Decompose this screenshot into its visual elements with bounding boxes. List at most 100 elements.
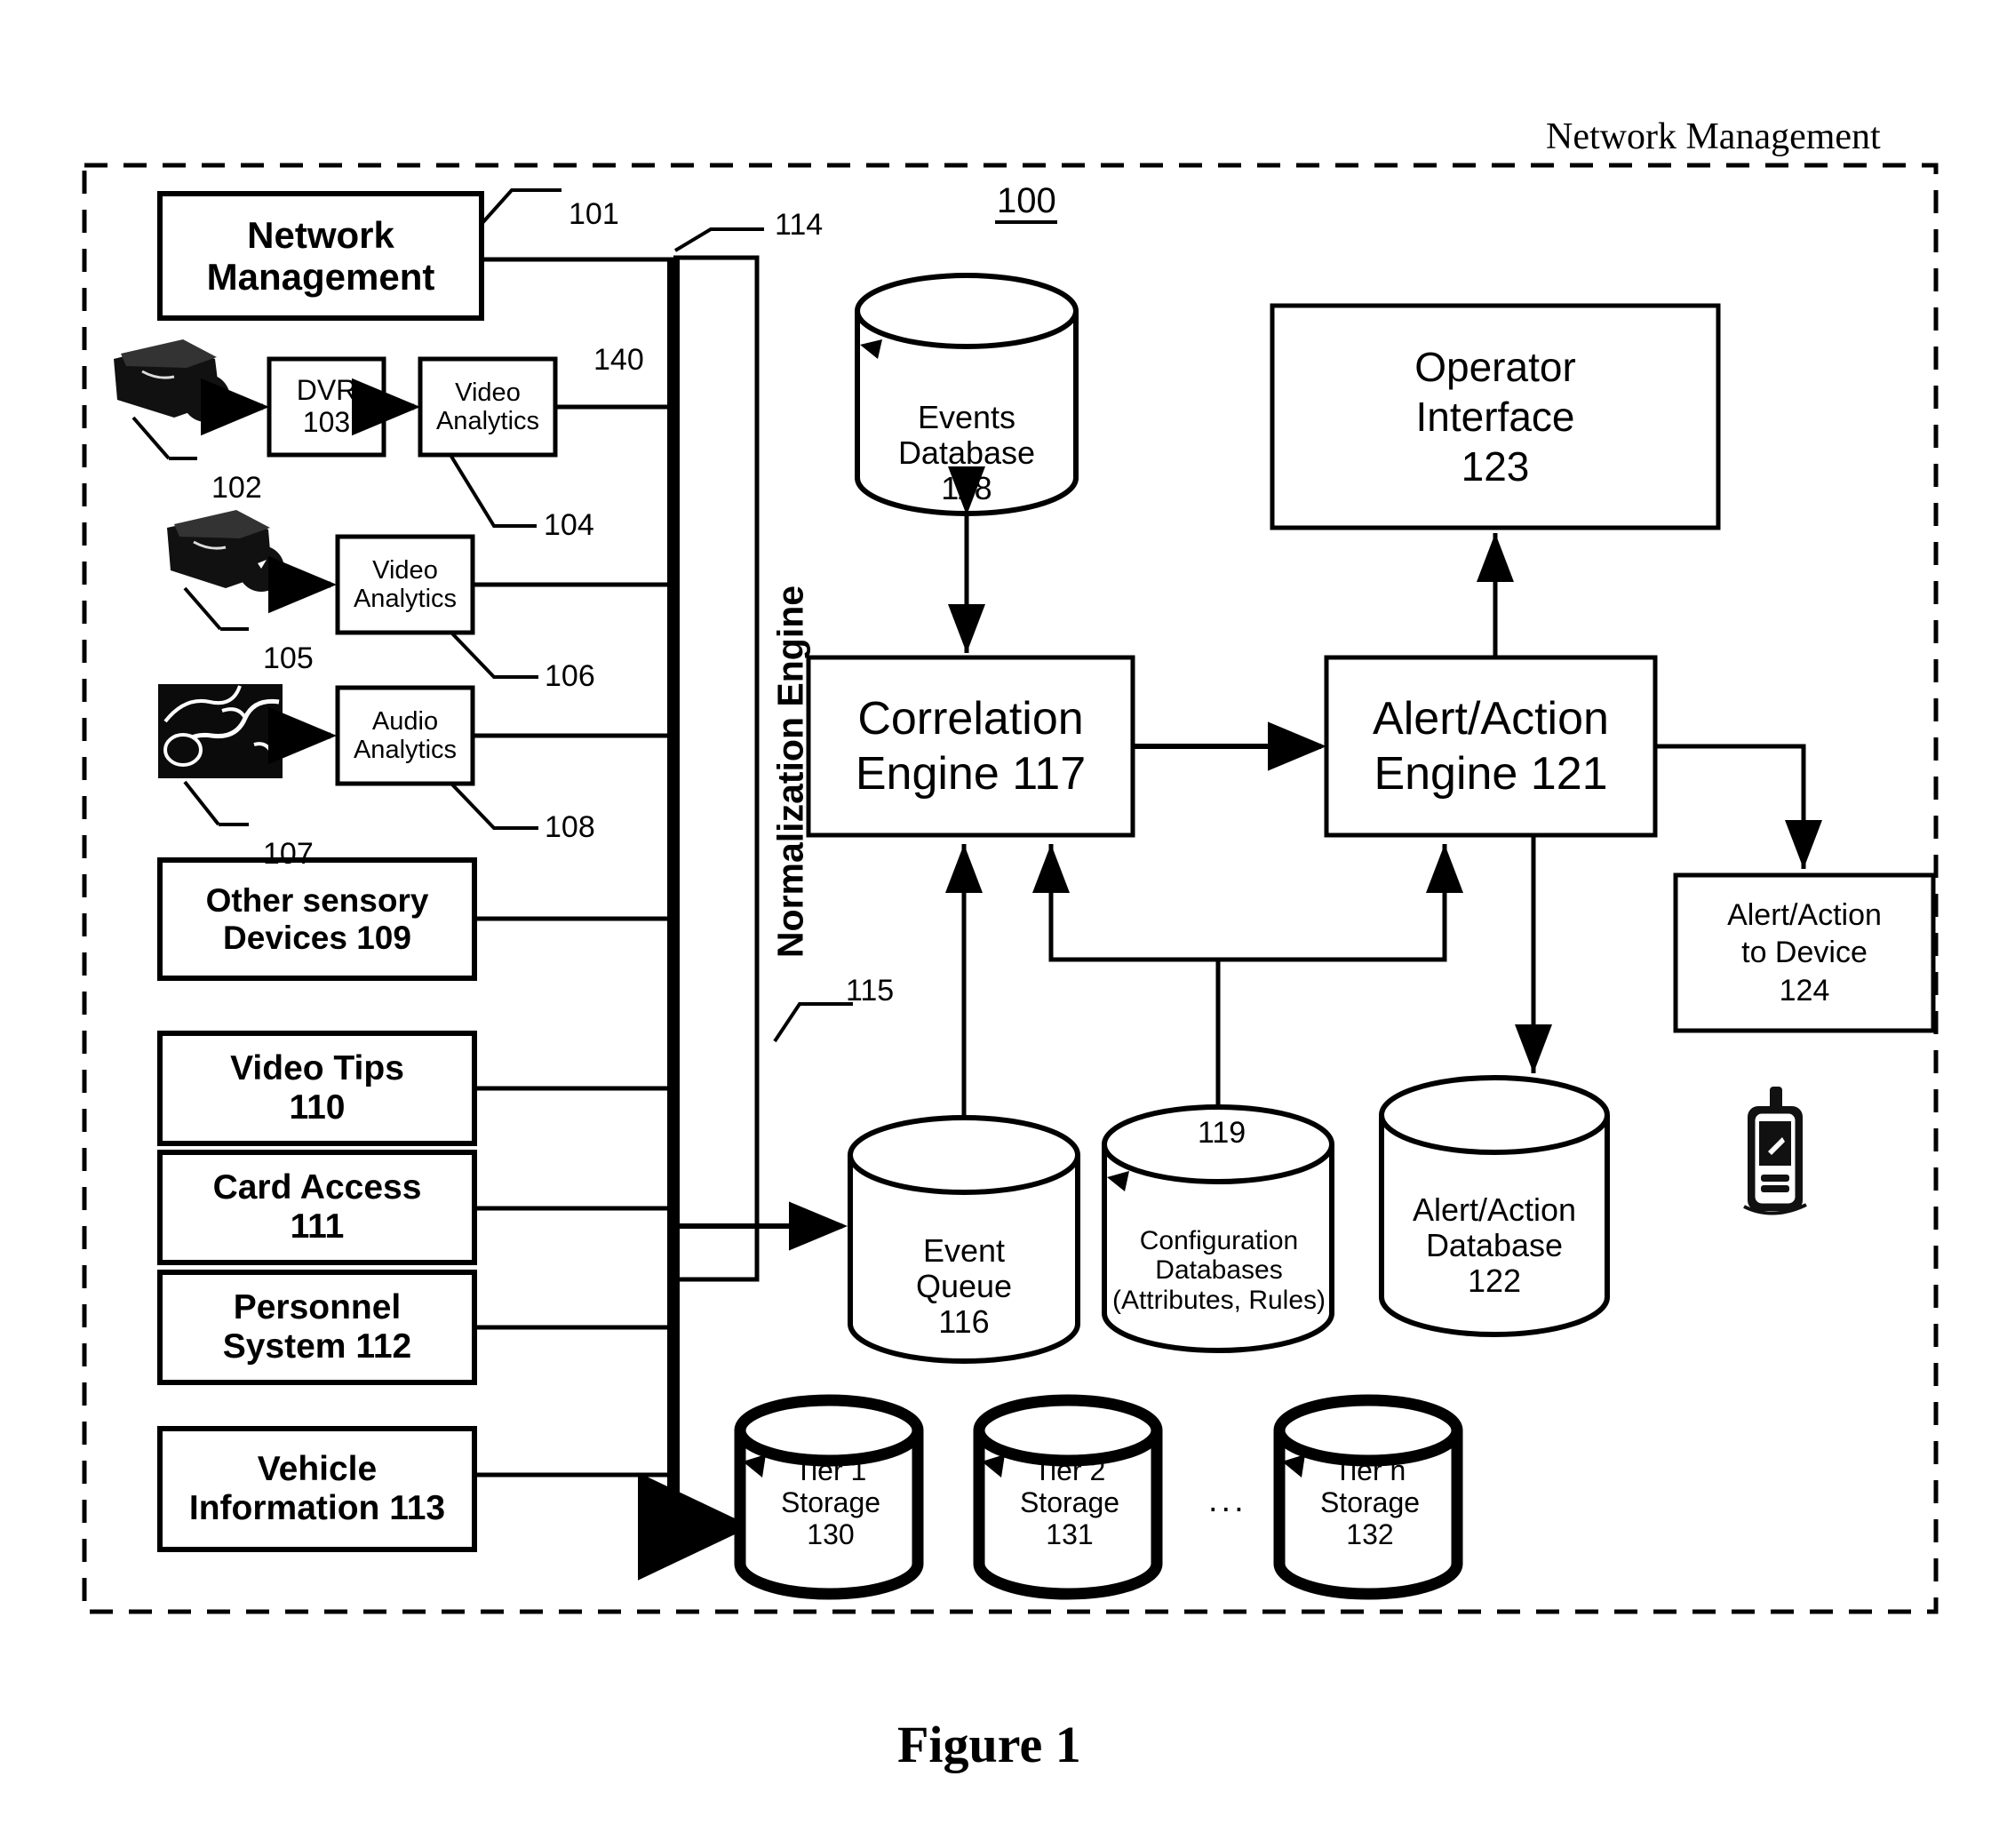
figure-page: Network Management 100 Network Managemen… (0, 0, 2015, 1848)
eq-line1: Event (922, 1231, 1006, 1269)
va1-line2: Analytics (435, 407, 540, 435)
figure-caption: Figure 1 (897, 1716, 1081, 1773)
edb-line3: 118 (941, 470, 992, 507)
aae-line1: Alert/Action (1373, 692, 1609, 745)
ref-119: 119 (1198, 1116, 1246, 1150)
oi-line1: Operator (1414, 343, 1576, 390)
system-reference-100: 100 (997, 181, 1056, 220)
t1-line3: 130 (807, 1517, 855, 1550)
block-label-vehicle-information: Vehicle Information 113 (160, 1429, 474, 1549)
oi-line3: 123 (1461, 443, 1530, 490)
cdb-line2: Databases (1155, 1255, 1283, 1286)
cylinder-label-alert-action-database: Alert/Action Database 122 (1386, 1175, 1603, 1317)
microphone-icon-107 (158, 684, 283, 826)
cylinder-label-tiern-storage: Tier n Storage 132 (1290, 1438, 1450, 1569)
block-label-video-analytics-1: Video Analytics (420, 359, 555, 455)
cylinder-label-configuration-databases: Configuration Databases (Attributes, Rul… (1109, 1204, 1329, 1337)
leader-104 (449, 453, 537, 528)
cylinder-label-tier2-storage: Tier 2 Storage 131 (990, 1438, 1150, 1569)
block-label-video-analytics-2: Video Analytics (338, 537, 473, 633)
t1-line2: Storage (780, 1486, 881, 1519)
vi-line1: Vehicle (257, 1450, 378, 1489)
ref-104: 104 (544, 508, 594, 542)
block-label-card-access: Card Access 111 (160, 1152, 474, 1263)
outer-network-management-label: Network Management (1546, 116, 1881, 157)
dvr-line2: 103 (302, 406, 351, 438)
arrow-config-db-to-alert-action (1218, 844, 1464, 962)
ref-140: 140 (593, 343, 644, 377)
block-label-correlation-engine: Correlation Engine 117 (808, 657, 1133, 835)
arrow-config-db-to-correlation (1032, 844, 1221, 1107)
leader-108 (450, 782, 538, 830)
block-label-personnel-system: Personnel System 112 (160, 1272, 474, 1382)
ref-101: 101 (569, 197, 619, 231)
adb-line2: Database (1425, 1226, 1564, 1263)
va1-line1: Video (455, 378, 521, 407)
block-label-alert-action-to-device: Alert/Action to Device 124 (1676, 875, 1933, 1031)
edb-line2: Database (897, 434, 1036, 471)
osd-line1: Other sensory (205, 882, 429, 920)
aad-line1: Alert/Action (1727, 897, 1882, 932)
t2-line2: Storage (1019, 1486, 1120, 1519)
oi-line2: Interface (1415, 393, 1575, 440)
block-label-video-tips: Video Tips 110 (160, 1033, 474, 1143)
aad-line3: 124 (1779, 973, 1830, 1008)
t2-line3: 131 (1046, 1517, 1094, 1550)
aad-line2: to Device (1741, 936, 1868, 970)
block-label-dvr: DVR 103 (269, 359, 384, 455)
block-label-audio-analytics: Audio Analytics (338, 688, 473, 784)
ref-115: 115 (846, 974, 895, 1008)
video-camera-icon-102 (114, 339, 230, 460)
cylinder-label-event-queue: Event Queue 116 (866, 1215, 1062, 1358)
mobile-phone-icon (1743, 1087, 1807, 1215)
t2-line1: Tier 2 (1033, 1454, 1106, 1487)
nm-line2: Management (206, 256, 435, 298)
dvr-line1: DVR (296, 374, 357, 407)
tier-ellipsis: ... (1208, 1482, 1247, 1519)
tn-line2: Storage (1319, 1486, 1421, 1519)
ref-105: 105 (263, 641, 314, 675)
ref-106: 106 (545, 659, 595, 693)
vt-line2: 110 (289, 1088, 346, 1127)
leader-114 (673, 227, 764, 252)
ce-line2: Engine 117 (855, 748, 1087, 800)
va2-line1: Video (372, 555, 438, 585)
ref-108: 108 (545, 810, 595, 844)
cdb-line3: (Attributes, Rules) (1111, 1285, 1326, 1315)
va2-line2: Analytics (353, 585, 458, 613)
block-label-alert-action-engine: Alert/Action Engine 121 (1326, 657, 1655, 835)
ps-line1: Personnel (233, 1288, 402, 1327)
leader-101 (480, 188, 561, 226)
nm-line1: Network (247, 213, 394, 256)
adb-line1: Alert/Action (1412, 1191, 1577, 1228)
osd-line2: Devices 109 (223, 919, 411, 956)
aa-line1: Audio (371, 706, 439, 736)
tn-line3: 132 (1346, 1517, 1394, 1550)
tn-line1: Tier n (1334, 1454, 1406, 1487)
t1-line1: Tier 1 (794, 1454, 867, 1487)
ce-line1: Correlation (857, 692, 1084, 745)
block-label-operator-interface: Operator Interface 123 (1272, 306, 1718, 528)
block-label-normalization-engine: Normalization Engine (769, 585, 811, 959)
cylinder-label-tier1-storage: Tier 1 Storage 130 (751, 1438, 911, 1569)
vt-line1: Video Tips (230, 1049, 404, 1088)
leader-106 (450, 631, 538, 679)
cylinder-label-events-database: Events Database 118 (871, 382, 1063, 524)
block-label-other-sensory-devices: Other sensory Devices 109 (160, 860, 474, 978)
arrow-alert-action-to-device (1655, 744, 1822, 869)
block-normalization-engine (673, 255, 760, 1282)
eq-line2: Queue (915, 1267, 1013, 1304)
block-label-network-management: Network Management (160, 194, 482, 318)
cdb-line1: Configuration (1139, 1225, 1299, 1255)
ps-line2: System 112 (222, 1327, 412, 1366)
ref-114: 114 (775, 208, 824, 242)
ca-line2: 111 (290, 1207, 345, 1246)
aae-line2: Engine 121 (1374, 748, 1608, 800)
eq-line3: 116 (938, 1303, 990, 1341)
ca-line1: Card Access (212, 1168, 422, 1207)
edb-line1: Events (917, 398, 1016, 435)
adb-line3: 122 (1467, 1263, 1522, 1300)
vi-line2: Information 113 (188, 1489, 446, 1527)
video-camera-icon-105 (167, 510, 284, 631)
ref-102: 102 (211, 471, 262, 505)
